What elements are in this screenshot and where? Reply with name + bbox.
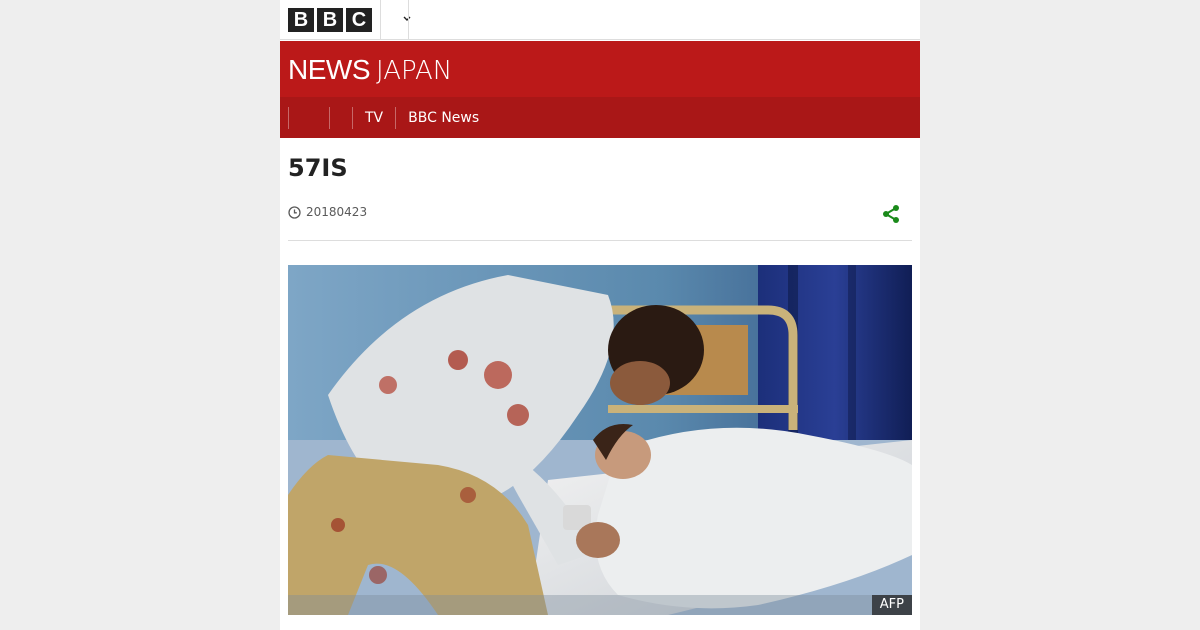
logo-letter-c: C <box>346 8 372 32</box>
clock-icon <box>288 205 301 219</box>
chevron-down-icon[interactable] <box>402 10 412 30</box>
primary-nav: TV BBC News <box>280 97 920 138</box>
article-date: 20180423 <box>306 205 368 219</box>
logo-letter-b2: B <box>317 8 343 32</box>
divider <box>288 240 912 241</box>
photo-illustration <box>288 265 912 615</box>
page: B B C NEWS JAPAN TV BBC News 57IS 2018042… <box>280 0 920 630</box>
masthead-region: JAPAN <box>376 56 453 86</box>
bbc-logo[interactable]: B B C <box>288 8 372 32</box>
nav-item-tv[interactable]: TV <box>353 107 395 129</box>
image-credit: AFP <box>871 595 912 615</box>
nav-item-1[interactable] <box>289 107 329 129</box>
global-header: B B C <box>280 0 920 40</box>
article-meta: 20180423 <box>288 205 367 219</box>
page-title: 57IS <box>288 154 348 182</box>
share-icon[interactable] <box>880 203 902 225</box>
nav-item-2[interactable] <box>330 107 352 129</box>
header-divider <box>408 0 409 40</box>
masthead-news: NEWS <box>288 54 371 85</box>
masthead-title[interactable]: NEWS JAPAN <box>288 54 453 87</box>
masthead: NEWS JAPAN <box>280 41 920 97</box>
nav-item-bbc-news[interactable]: BBC News <box>396 107 491 129</box>
header-divider <box>380 0 381 40</box>
logo-letter-b1: B <box>288 8 314 32</box>
article-image: AFP <box>288 265 912 615</box>
